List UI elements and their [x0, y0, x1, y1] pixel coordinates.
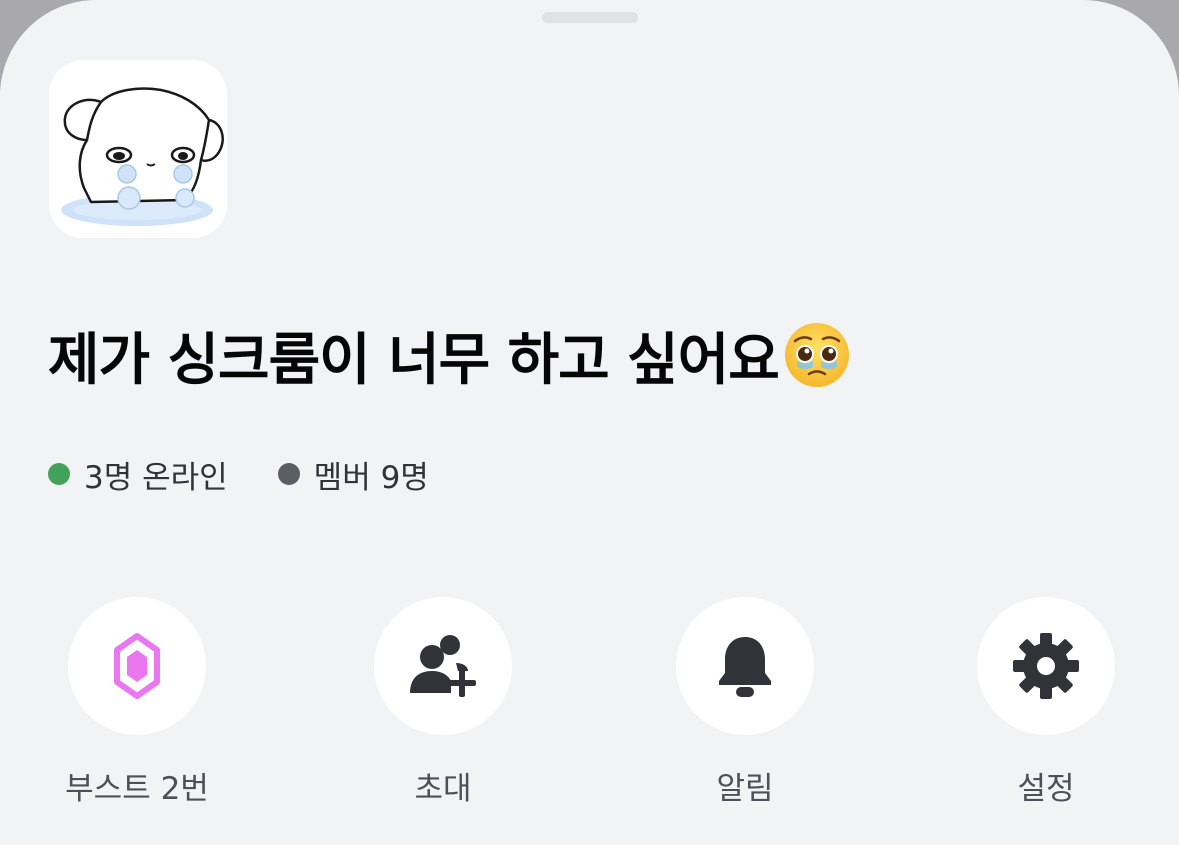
settings-button-label: 설정	[1017, 771, 1075, 807]
member-count: 멤버 9명	[277, 452, 429, 497]
bell-icon	[719, 637, 771, 697]
invite-button-circle[interactable]	[374, 597, 512, 735]
notifications-button[interactable]: 알림	[635, 597, 855, 817]
server-name: 제가 싱크룸이 너무 하고 싶어요	[48, 316, 851, 394]
crying-puppy-avatar	[61, 87, 224, 226]
notifications-button-circle[interactable]	[676, 597, 814, 735]
sheet-drag-handle[interactable]	[542, 12, 638, 23]
invite-button-label: 초대	[414, 771, 472, 807]
member-status-dot	[277, 463, 300, 485]
notifications-button-label: 알림	[716, 771, 774, 807]
boost-button[interactable]: 부스트 2번	[27, 597, 247, 817]
pleading-face-with-tear-icon	[784, 323, 849, 387]
server-info-sheet: 제가 싱크룸이 너무 하고 싶어요 3명 온라인 멤버 9명 부스트 2번 초대…	[0, 0, 1179, 845]
boost-gem-icon	[114, 633, 160, 699]
server-icon[interactable]	[49, 60, 227, 238]
invite-button[interactable]: 초대	[333, 597, 553, 817]
member-count-text: 멤버 9명	[313, 459, 429, 496]
add-members-icon	[410, 635, 476, 697]
boost-button-circle[interactable]	[68, 597, 206, 735]
boost-button-label: 부스트 2번	[65, 771, 209, 807]
server-name-text: 제가 싱크룸이 너무 하고 싶어요	[48, 327, 780, 393]
gear-icon	[1013, 633, 1079, 699]
online-status-dot	[48, 463, 70, 485]
settings-button-circle[interactable]	[977, 597, 1115, 735]
settings-button[interactable]: 설정	[936, 597, 1156, 817]
online-count: 3명 온라인	[48, 452, 228, 497]
online-count-text: 3명 온라인	[84, 459, 228, 496]
member-stats: 3명 온라인 멤버 9명	[48, 452, 429, 496]
